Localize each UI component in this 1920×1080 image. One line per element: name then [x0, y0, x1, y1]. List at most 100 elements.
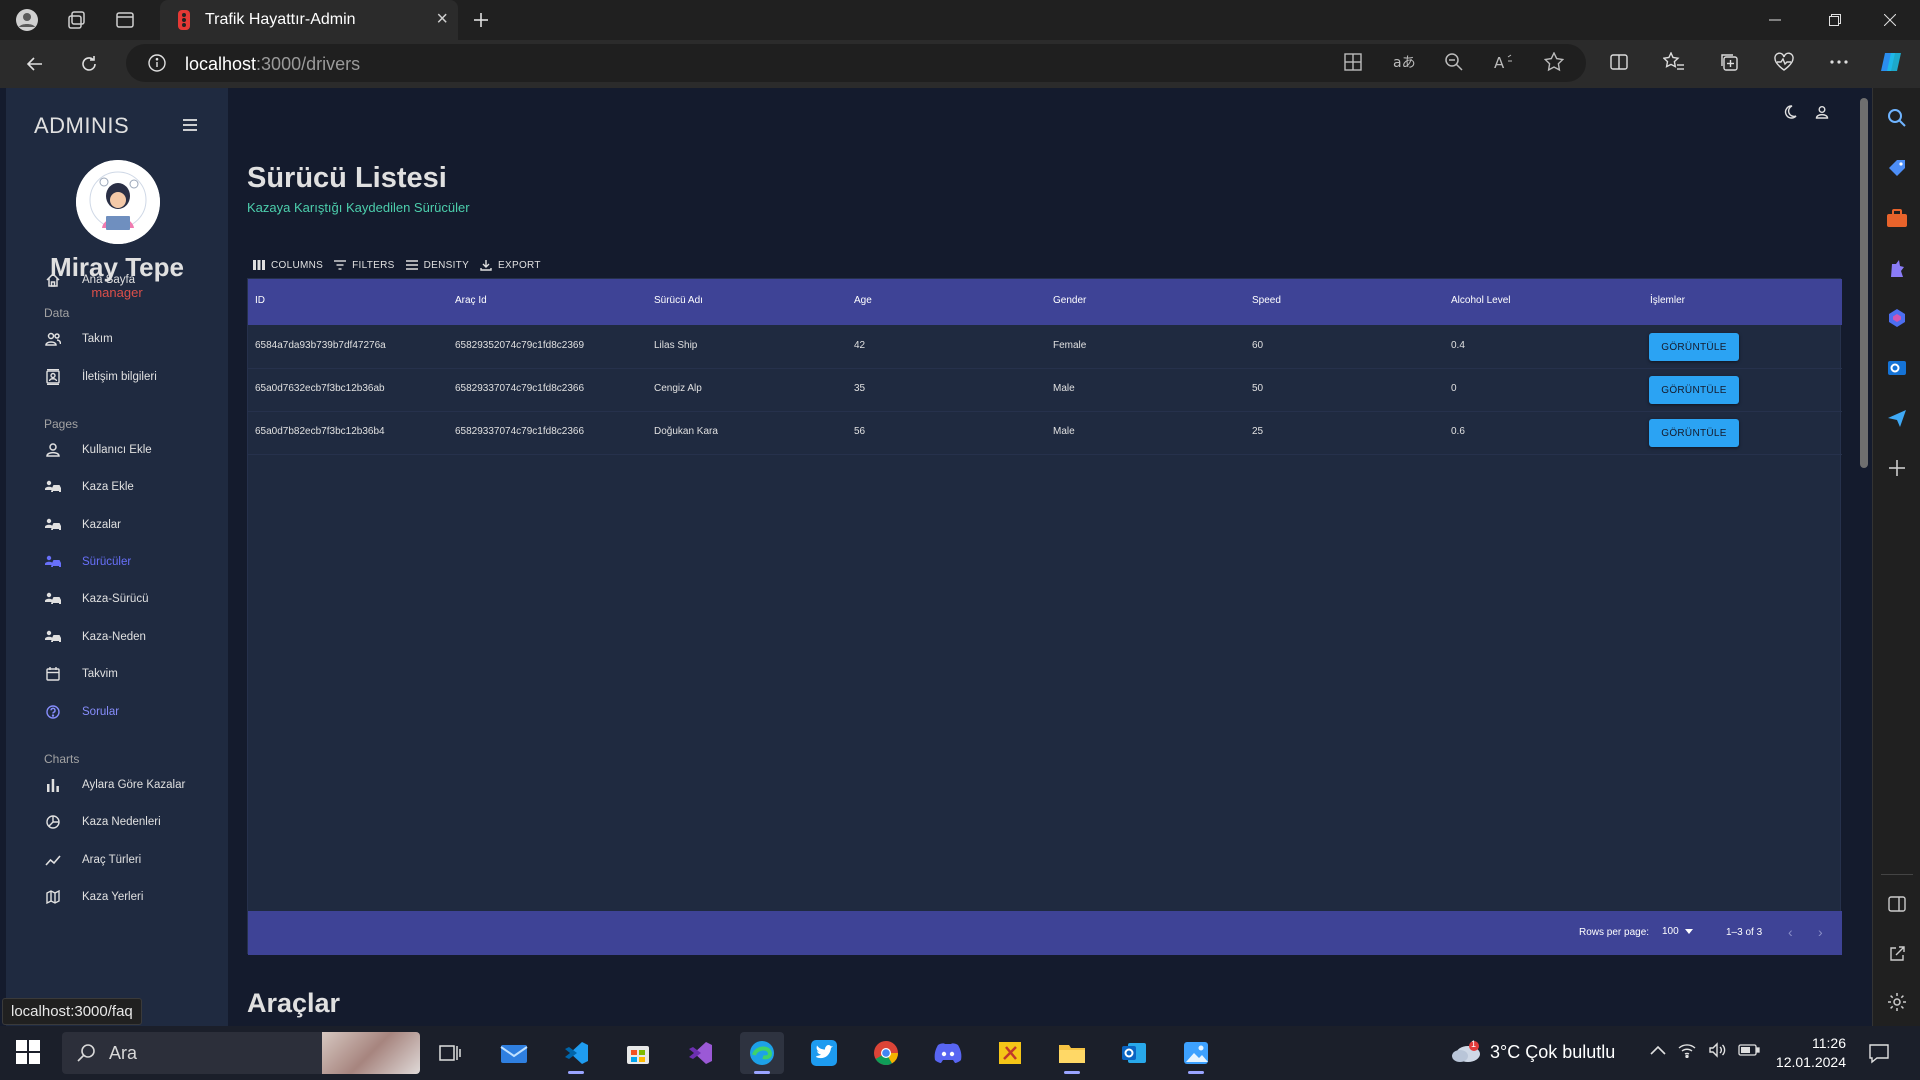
twitter-app-icon[interactable]	[802, 1032, 846, 1074]
chrome-app-icon[interactable]	[864, 1032, 908, 1074]
column-header-id[interactable]: ID	[255, 295, 265, 306]
table-row[interactable]: 6584a7da93b739b7df47276a 65829352074c79c…	[248, 326, 1842, 369]
nav-item-kaza-ekle[interactable]: Kaza Ekle	[44, 476, 134, 498]
column-header-age[interactable]: Age	[854, 295, 872, 306]
wifi-icon[interactable]	[1678, 1042, 1696, 1058]
tools-icon[interactable]	[1883, 204, 1911, 232]
workspaces-icon[interactable]	[63, 6, 91, 34]
discord-app-icon[interactable]	[926, 1032, 970, 1074]
vscode-app-icon[interactable]	[554, 1032, 598, 1074]
shopping-tag-icon[interactable]	[1883, 154, 1911, 182]
back-icon[interactable]	[20, 50, 50, 78]
favorite-star-icon[interactable]	[1540, 48, 1568, 76]
copilot-icon[interactable]	[1878, 48, 1906, 76]
nav-item-iletisim[interactable]: İletişim bilgileri	[44, 366, 157, 388]
more-options-icon[interactable]	[1825, 48, 1853, 76]
close-tab-icon[interactable]: ×	[436, 8, 448, 31]
minimize-icon[interactable]	[1745, 0, 1805, 40]
nav-item-arac-turleri[interactable]: Araç Türleri	[44, 849, 141, 871]
photos-app-icon[interactable]	[1174, 1032, 1218, 1074]
table-row[interactable]: 65a0d7b82ecb7f3bc12b36b4 65829337074c79c…	[248, 412, 1842, 455]
read-aloud-icon[interactable]: A	[1490, 48, 1518, 76]
nav-item-ana-sayfa[interactable]: Ana Sayfa	[44, 269, 135, 291]
open-external-icon[interactable]	[1883, 940, 1911, 968]
outlook-new-app-icon[interactable]	[1112, 1032, 1156, 1074]
windows-start-icon[interactable]	[16, 1040, 40, 1064]
export-button[interactable]: EXPORT	[479, 258, 541, 272]
microsoft-365-icon[interactable]	[1883, 304, 1911, 332]
reload-icon[interactable]	[74, 50, 104, 78]
translate-icon[interactable]: aあ	[1390, 48, 1418, 76]
profile-icon[interactable]	[13, 6, 41, 34]
nav-item-takim[interactable]: Takım	[44, 328, 113, 350]
columns-button[interactable]: COLUMNS	[252, 258, 323, 272]
nav-item-suruculer[interactable]: Sürücüler	[44, 551, 131, 573]
density-button[interactable]: DENSITY	[405, 258, 469, 272]
prev-page-icon[interactable]: ‹	[1788, 924, 1793, 940]
nav-item-kazalar[interactable]: Kazalar	[44, 514, 121, 536]
send-icon[interactable]	[1883, 404, 1911, 432]
chevron-up-icon[interactable]	[1650, 1045, 1666, 1055]
outlook-icon[interactable]	[1883, 354, 1911, 382]
site-info-icon[interactable]	[148, 54, 166, 72]
table-row[interactable]: 65a0d7632ecb7f3bc12b36ab 65829337074c79c…	[248, 369, 1842, 412]
restore-icon[interactable]	[1805, 0, 1865, 40]
settings-gear-icon[interactable]	[1883, 988, 1911, 1016]
nav-item-takvim[interactable]: Takvim	[44, 663, 118, 685]
games-icon[interactable]	[1883, 254, 1911, 282]
weather-widget[interactable]: 1 3°C Çok bulutlu	[1450, 1039, 1615, 1064]
scrollbar-thumb[interactable]	[1860, 98, 1868, 468]
tab-actions-icon[interactable]	[111, 6, 139, 34]
nav-item-aylara-gore[interactable]: Aylara Göre Kazalar	[44, 774, 185, 796]
url-field[interactable]: localhost:3000/drivers	[126, 44, 1586, 82]
search-icon[interactable]	[1883, 104, 1911, 132]
nav-item-kullanici-ekle[interactable]: Kullanıcı Ekle	[44, 439, 152, 461]
new-tab-icon[interactable]	[467, 6, 495, 34]
page-scrollbar[interactable]	[1856, 88, 1872, 1026]
column-header-gender[interactable]: Gender	[1053, 295, 1086, 306]
column-header-alcohol[interactable]: Alcohol Level	[1451, 295, 1510, 306]
sticky-tools-app-icon[interactable]	[988, 1032, 1032, 1074]
visual-studio-app-icon[interactable]	[678, 1032, 722, 1074]
cell-speed: 60	[1252, 340, 1264, 351]
browser-essentials-icon[interactable]	[1770, 48, 1798, 76]
notification-icon[interactable]	[1868, 1042, 1890, 1064]
taskbar-search[interactable]: Ara	[62, 1032, 420, 1074]
dark-mode-icon[interactable]	[1780, 102, 1800, 122]
filters-button[interactable]: FILTERS	[333, 258, 394, 272]
zoom-out-icon[interactable]	[1440, 48, 1468, 76]
collections-icon[interactable]	[1715, 48, 1743, 76]
menu-toggle-icon[interactable]	[178, 113, 202, 137]
nav-item-sorular[interactable]: Sorular	[44, 701, 119, 723]
store-app-icon[interactable]	[616, 1032, 660, 1074]
nav-item-kaza-neden[interactable]: Kaza-Neden	[44, 626, 146, 648]
app-available-icon[interactable]	[1339, 48, 1367, 76]
rows-per-page-select[interactable]: 100	[1662, 926, 1693, 937]
volume-icon[interactable]	[1708, 1042, 1726, 1058]
profile-person-icon[interactable]	[1812, 102, 1832, 122]
battery-icon[interactable]	[1738, 1044, 1760, 1056]
favorites-icon[interactable]	[1660, 48, 1688, 76]
view-button[interactable]: GÖRÜNTÜLE	[1649, 376, 1739, 404]
split-screen-icon[interactable]	[1605, 48, 1633, 76]
column-header-arac-id[interactable]: Araç Id	[455, 295, 487, 306]
view-button[interactable]: GÖRÜNTÜLE	[1649, 333, 1739, 361]
hide-sidebar-icon[interactable]	[1883, 890, 1911, 918]
clock[interactable]: 11:26 12.01.2024	[1770, 1034, 1846, 1072]
edge-app-icon[interactable]	[740, 1032, 784, 1074]
column-header-islemler[interactable]: İşlemler	[1650, 295, 1685, 306]
column-header-speed[interactable]: Speed	[1252, 295, 1281, 306]
nav-item-kaza-surucu[interactable]: Kaza-Sürücü	[44, 588, 148, 610]
nav-item-kaza-nedenleri[interactable]: Kaza Nedenleri	[44, 811, 161, 833]
cell-speed: 50	[1252, 383, 1264, 394]
file-explorer-app-icon[interactable]	[1050, 1032, 1094, 1074]
active-tab[interactable]: Trafik Hayattır-Admin ×	[160, 0, 458, 40]
column-header-surucu-adi[interactable]: Sürücü Adı	[654, 295, 703, 306]
next-page-icon[interactable]: ›	[1818, 924, 1823, 940]
task-view-icon[interactable]	[428, 1032, 472, 1074]
close-window-icon[interactable]	[1860, 0, 1920, 40]
nav-item-kaza-yerleri[interactable]: Kaza Yerleri	[44, 886, 143, 908]
view-button[interactable]: GÖRÜNTÜLE	[1649, 419, 1739, 447]
mail-app-icon[interactable]	[492, 1032, 536, 1074]
add-icon[interactable]	[1883, 454, 1911, 482]
